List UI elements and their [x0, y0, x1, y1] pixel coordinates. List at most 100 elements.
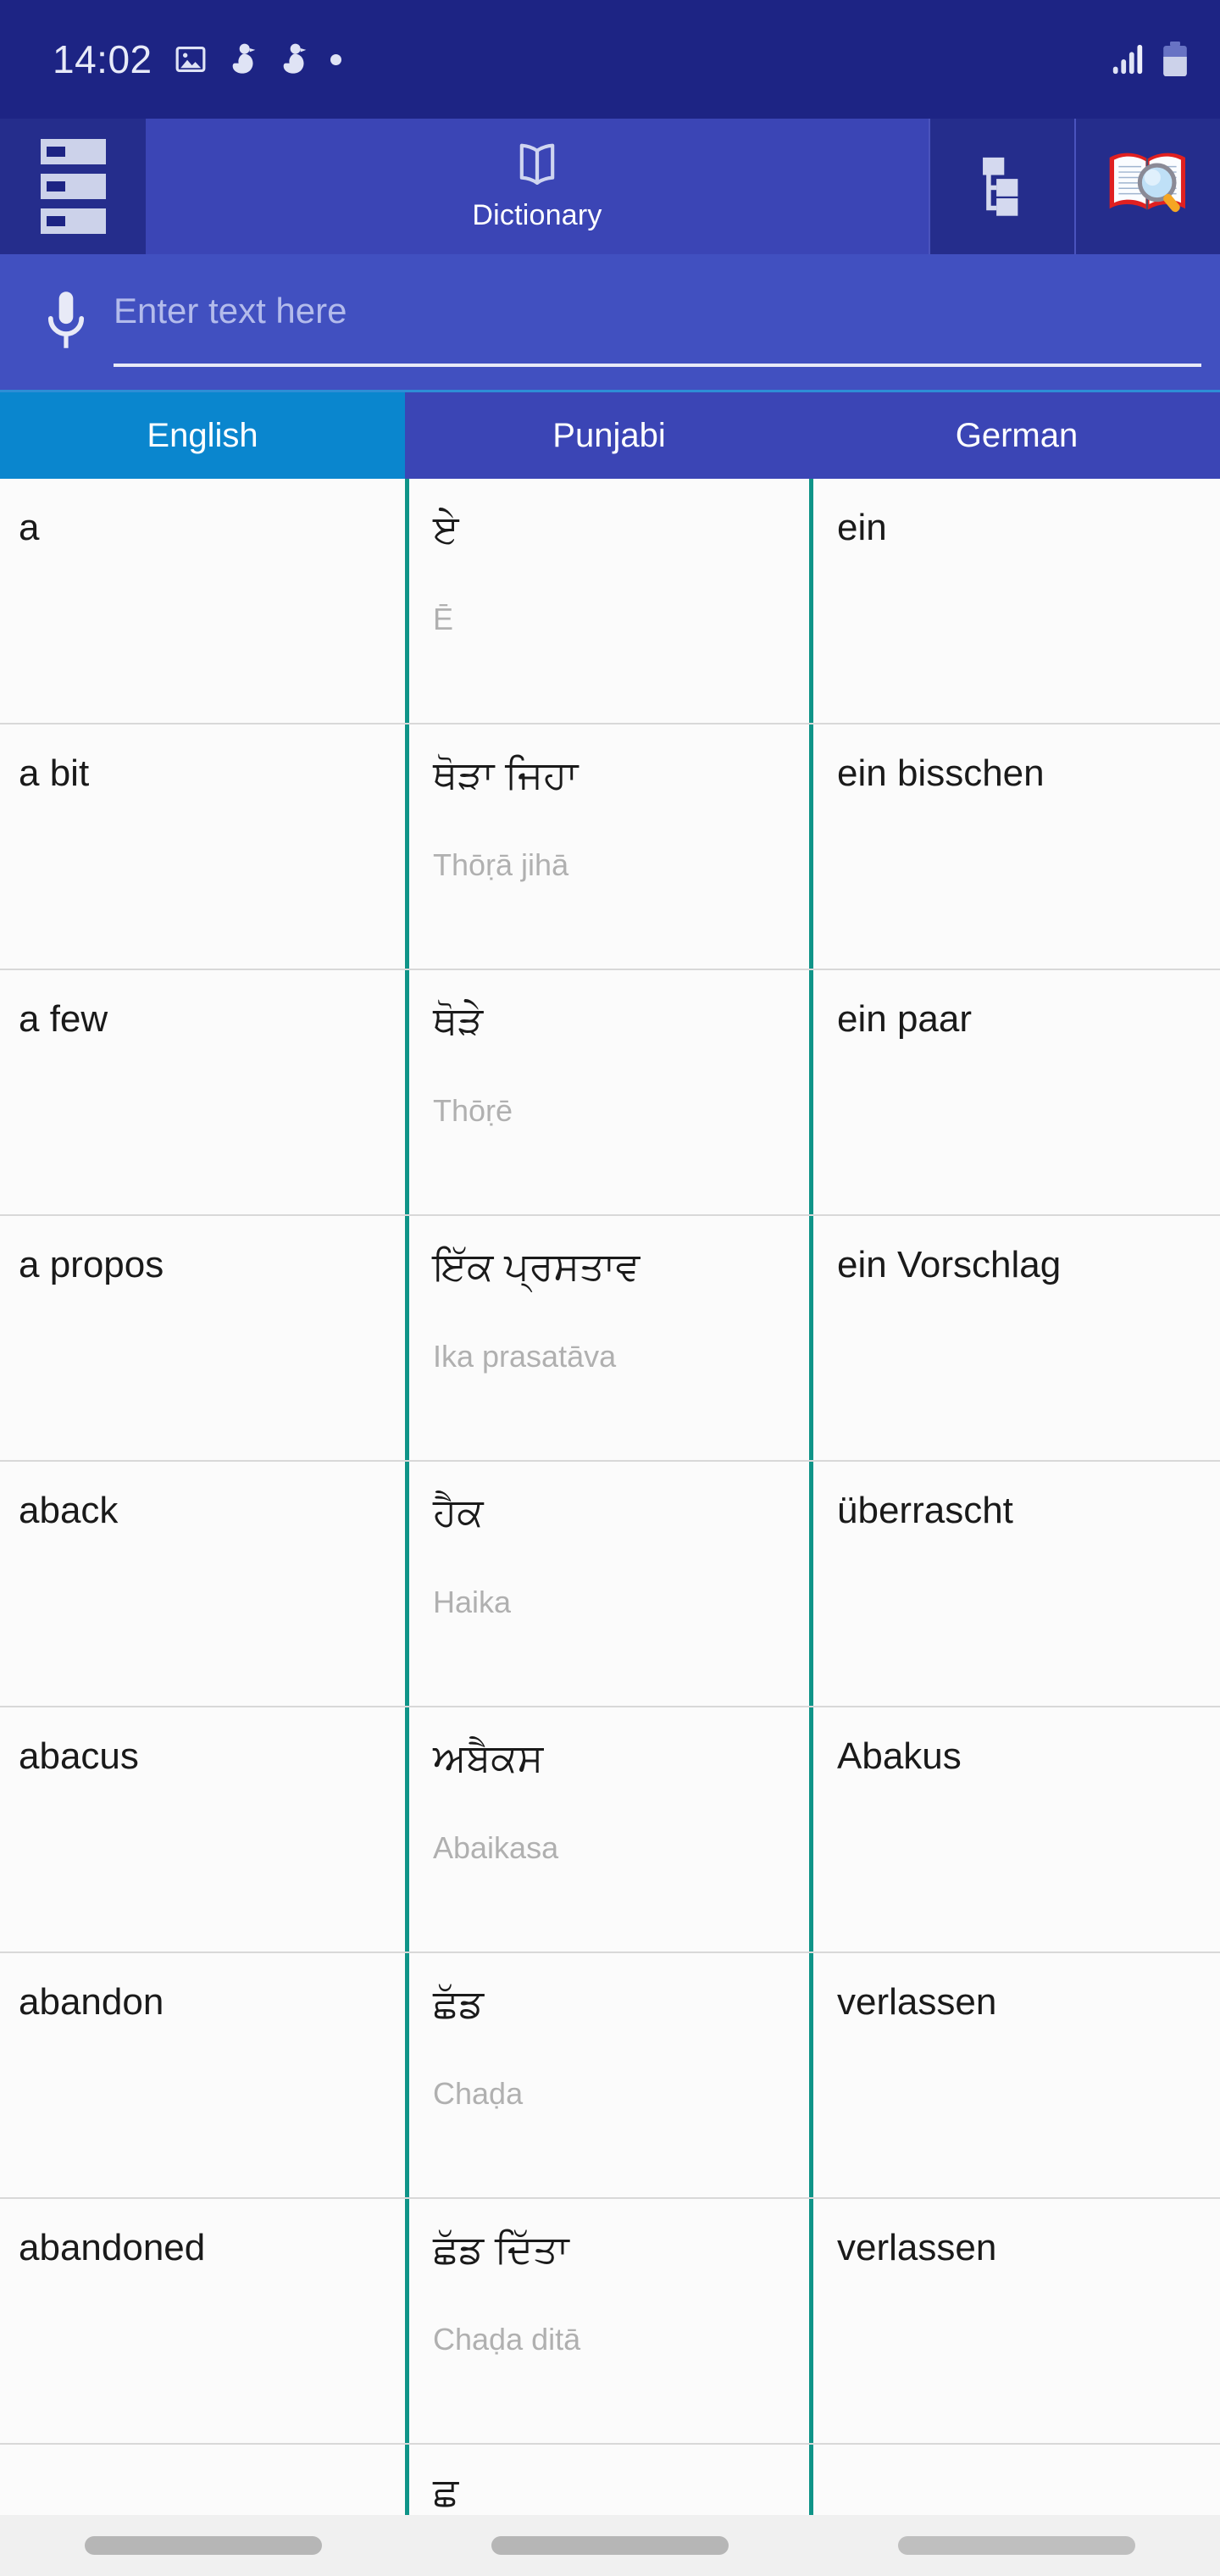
cell-punjabi: ਛੱਡ Chaḍa [405, 1953, 813, 2197]
cell-english [0, 2445, 405, 2517]
term-punjabi: ਏ [433, 507, 459, 551]
table-row[interactable]: abandoned ਛੱਡ ਦਿੱਤਾ Chaḍa ditā verlassen [0, 2199, 1220, 2445]
tree-view-button[interactable] [929, 119, 1074, 254]
term-english: a propos [19, 1244, 164, 1285]
column-header-german[interactable]: German [813, 392, 1220, 479]
term-german: ein paar [837, 998, 973, 1040]
menu-button[interactable] [0, 119, 146, 254]
list-menu-icon [40, 139, 106, 234]
cell-german: überrascht [813, 1462, 1220, 1706]
transliteration-punjabi: Ē [433, 601, 454, 636]
cell-english: a bit [0, 724, 405, 969]
cell-english: abacus [0, 1707, 405, 1951]
term-german: ein bisschen [837, 752, 1045, 794]
cell-punjabi: ਏ Ē [405, 479, 813, 723]
term-german: überrascht [837, 1490, 1013, 1531]
cell-english: abandon [0, 1953, 405, 2197]
image-icon [175, 43, 207, 75]
tab-dictionary-label: Dictionary [472, 198, 602, 231]
transliteration-punjabi: Haika [433, 1584, 512, 1619]
term-english: a [19, 507, 40, 548]
term-punjabi: ਥੋੜੇ [433, 998, 484, 1042]
cell-english: a [0, 479, 405, 723]
term-english: abacus [19, 1735, 139, 1777]
transliteration-punjabi: Abaikasa [433, 1829, 559, 1865]
dictionary-lookup-button[interactable] [1074, 119, 1220, 254]
term-punjabi: ਛੱਡ [433, 1981, 485, 2025]
column-headers: English Punjabi German [0, 390, 1220, 479]
table-row[interactable]: a few ਥੋੜੇ Thōṛē ein paar [0, 970, 1220, 1216]
table-row[interactable]: a bit ਥੋੜਾ ਜਿਹਾ Thōṛā jihā ein bisschen [0, 724, 1220, 970]
column-header-english[interactable]: English [0, 392, 405, 479]
status-clock: 14:02 [53, 37, 152, 81]
term-english: abandoned [19, 2227, 206, 2268]
transliteration-punjabi: Chaḍa [433, 2075, 524, 2111]
term-punjabi: ਹੈਕ [433, 1490, 484, 1534]
transliteration-punjabi: Ika prasatāva [433, 1338, 617, 1374]
term-german: ein [837, 507, 887, 548]
term-english: aback [19, 1490, 119, 1531]
term-punjabi: ਇੱਕ ਪ੍ਰਸਤਾਵ [433, 1244, 640, 1288]
app-window: 14:02 Dictionary Enter text here English… [0, 0, 1220, 2576]
cell-english: abandoned [0, 2199, 405, 2443]
cell-german [813, 2445, 1220, 2517]
search-bar [0, 254, 1220, 390]
term-english: a few [19, 998, 108, 1040]
column-header-punjabi[interactable]: Punjabi [405, 392, 813, 479]
cell-punjabi: ਇੱਕ ਪ੍ਰਸਤਾਵ Ika prasatāva [405, 1216, 813, 1460]
transliteration-punjabi: Chaḍa ditā [433, 2321, 581, 2357]
battery-icon [1161, 41, 1190, 78]
table-row[interactable]: ਛ [0, 2445, 1220, 2517]
term-english: abandon [19, 1981, 164, 2023]
cell-punjabi: ਛੱਡ ਦਿੱਤਾ Chaḍa ditā [405, 2199, 813, 2443]
cell-german: ein bisschen [813, 724, 1220, 969]
recents-button[interactable] [85, 2536, 322, 2555]
cell-german: verlassen [813, 1953, 1220, 2197]
microphone-icon [39, 287, 93, 358]
term-punjabi: ਛ [433, 2469, 459, 2513]
term-german: verlassen [837, 1981, 997, 2023]
table-row[interactable]: aback ਹੈਕ Haika überrascht [0, 1462, 1220, 1707]
term-punjabi: ਛੱਡ ਦਿੱਤਾ [433, 2227, 569, 2271]
cell-german: Abakus [813, 1707, 1220, 1951]
duck-icon [229, 42, 258, 76]
cell-punjabi: ਛ [405, 2445, 813, 2517]
open-book-icon [511, 137, 563, 196]
cell-punjabi: ਹੈਕ Haika [405, 1462, 813, 1706]
back-button[interactable] [898, 2536, 1135, 2555]
voice-search-button[interactable] [19, 287, 114, 358]
dictionary-table: a ਏ Ē ein a bit ਥੋੜਾ ਜਿਹਾ Thōṛā jihā ein… [0, 479, 1220, 2517]
table-row[interactable]: abacus ਅਬੈਕਸ Abaikasa Abakus [0, 1707, 1220, 1953]
cell-german: ein Vorschlag [813, 1216, 1220, 1460]
cell-english: a few [0, 970, 405, 1214]
cell-german: ein paar [813, 970, 1220, 1214]
status-bar-right [1110, 41, 1190, 78]
search-input[interactable] [114, 291, 1201, 331]
term-german: verlassen [837, 2227, 997, 2268]
cell-english: aback [0, 1462, 405, 1706]
cell-german: verlassen [813, 2199, 1220, 2443]
term-punjabi: ਥੋੜਾ ਜਿਹਾ [433, 752, 579, 797]
home-button[interactable] [491, 2536, 729, 2555]
cell-punjabi: ਥੋੜੇ Thōṛē [405, 970, 813, 1214]
transliteration-punjabi: Thōṛā jihā [433, 847, 569, 882]
system-nav-bar [0, 2515, 1220, 2576]
dot-indicator-icon [330, 53, 341, 65]
table-row[interactable]: abandon ਛੱਡ Chaḍa verlassen [0, 1953, 1220, 2199]
tab-dictionary[interactable]: Dictionary [146, 119, 929, 254]
cell-punjabi: ਥੋੜਾ ਜਿਹਾ Thōṛā jihā [405, 724, 813, 969]
cell-english: a propos [0, 1216, 405, 1460]
tree-hierarchy-icon [977, 152, 1028, 222]
app-toolbar: Dictionary [0, 119, 1220, 254]
term-german: ein Vorschlag [837, 1244, 1062, 1285]
book-magnifier-icon [1102, 144, 1194, 230]
table-row[interactable]: a ਏ Ē ein [0, 479, 1220, 724]
signal-icon [1110, 42, 1145, 77]
status-bar: 14:02 [0, 0, 1220, 119]
cell-german: ein [813, 479, 1220, 723]
duck-icon [280, 42, 308, 76]
cell-punjabi: ਅਬੈਕਸ Abaikasa [405, 1707, 813, 1951]
term-german: Abakus [837, 1735, 962, 1777]
term-english: a bit [19, 752, 90, 794]
table-row[interactable]: a propos ਇੱਕ ਪ੍ਰਸਤਾਵ Ika prasatāva ein V… [0, 1216, 1220, 1462]
